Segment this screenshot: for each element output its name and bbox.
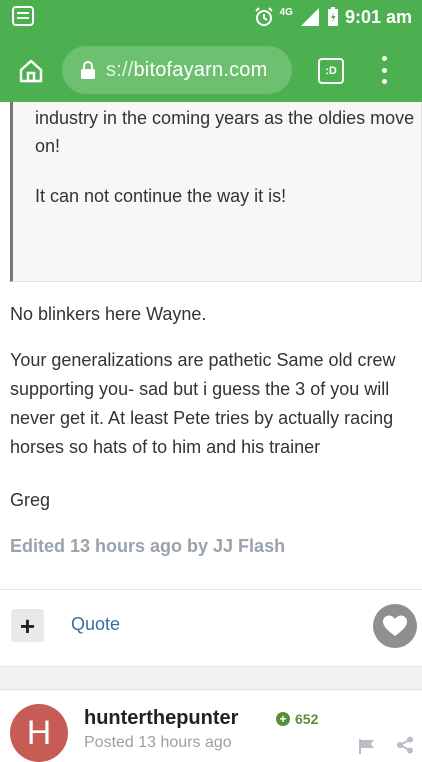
quote-button[interactable]: Quote [71,614,120,635]
share-icon[interactable] [396,736,414,754]
reputation-count: 652 [295,711,319,727]
status-indicators: 4G 9:01 am [254,6,412,28]
reputation-badge: + 652 [276,711,318,727]
browser-toolbar: s://bitofayarn.com :D [0,36,422,102]
post-timestamp[interactable]: Posted 13 hours ago [84,734,232,752]
post-paragraph-2: Your generalizations are pathetic Same o… [10,350,396,457]
post-author-name[interactable]: hunterthepunter [84,707,238,730]
flag-icon[interactable] [358,738,376,754]
battery-icon [327,7,338,26]
alarm-icon [254,7,273,26]
signal-icon [300,8,319,26]
tab-switcher-button[interactable]: :D [318,58,344,84]
multiquote-button[interactable]: + [11,609,44,642]
lock-icon [81,61,95,79]
like-button[interactable] [373,604,417,648]
url-text: s://bitofayarn.com [106,58,268,81]
address-bar[interactable]: s://bitofayarn.com [62,46,292,94]
clock: 9:01 am [344,6,412,27]
browser-menu-icon[interactable] [378,56,390,84]
post-paragraph-1: No blinkers here Wayne. [10,304,207,324]
post-separator [0,666,422,690]
post-signature: Greg [10,490,51,510]
divider [0,589,422,590]
plus-circle-icon: + [276,712,290,726]
status-bar: 4G 9:01 am [0,0,422,36]
quote-text-2: It can not continue the way it is! [35,186,287,206]
avatar[interactable]: H [10,704,68,762]
network-type: 4G [279,6,293,18]
edited-note: Edited 13 hours ago by JJ Flash [10,536,286,556]
heart-icon [383,615,407,636]
home-icon[interactable] [18,58,44,84]
quote-text-1: industry in the coming years as the oldi… [35,108,415,156]
quote-block: industry in the coming years as the oldi… [10,102,422,282]
notification-icon [12,6,34,26]
